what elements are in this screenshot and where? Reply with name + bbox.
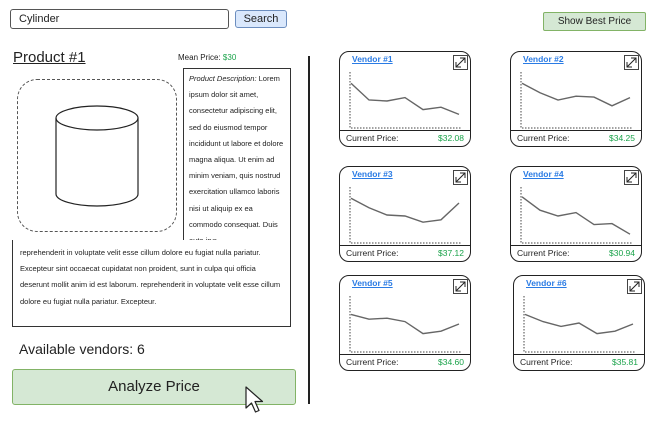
price-trend-line: [350, 197, 460, 223]
available-vendors: Available vendors: 6: [19, 341, 145, 357]
product-title[interactable]: Product #1: [13, 49, 86, 66]
vendor-card[interactable]: Vendor #5 Current Price: $34.60: [339, 275, 471, 371]
price-trend-chart: [349, 187, 462, 244]
price-trend-chart: [349, 72, 462, 129]
vendor-card[interactable]: Vendor #6 Current Price: $35.81: [513, 275, 645, 371]
chart-axes: [349, 296, 462, 353]
current-price: Current Price: $34.25: [511, 130, 641, 146]
price-trend-line: [524, 313, 634, 335]
cursor-icon: [245, 386, 264, 413]
current-price-label: Current Price:: [346, 133, 399, 143]
vendor-card[interactable]: Vendor #3 Current Price: $37.12: [339, 166, 471, 262]
current-price: Current Price: $35.81: [514, 354, 644, 370]
chart-axes: [349, 72, 462, 129]
price-trend-line: [521, 196, 631, 235]
current-price: Current Price: $34.60: [340, 354, 470, 370]
vertical-divider: [308, 56, 310, 404]
price-trend-line: [350, 313, 460, 335]
current-price: Current Price: $30.94: [511, 245, 641, 261]
price-trend-line: [521, 82, 631, 107]
search-input[interactable]: [10, 9, 229, 29]
chart-axes: [520, 72, 633, 129]
product-description: Product Description: Lorem ipsum dolor s…: [183, 68, 291, 245]
description-text: Lorem ipsum dolor sit amet, consectetur …: [189, 74, 284, 245]
current-price-label: Current Price:: [517, 133, 570, 143]
cylinder-icon: [55, 105, 139, 207]
current-price-value: $37.12: [438, 248, 464, 258]
current-price-value: $32.08: [438, 133, 464, 143]
vendor-card[interactable]: Vendor #2 Current Price: $34.25: [510, 51, 642, 147]
mean-price: Mean Price: $30: [178, 53, 236, 62]
show-best-price-button[interactable]: Show Best Price: [543, 12, 646, 31]
current-price: Current Price: $32.08: [340, 130, 470, 146]
current-price-label: Current Price:: [517, 248, 570, 258]
vendor-card[interactable]: Vendor #4 Current Price: $30.94: [510, 166, 642, 262]
product-description-continued: reprehenderit in voluptate velit esse ci…: [12, 240, 291, 327]
current-price: Current Price: $37.12: [340, 245, 470, 261]
current-price-label: Current Price:: [520, 357, 573, 367]
price-trend-chart: [520, 187, 633, 244]
current-price-value: $34.25: [609, 133, 635, 143]
mean-price-label: Mean Price:: [178, 53, 221, 62]
current-price-label: Current Price:: [346, 357, 399, 367]
search-button[interactable]: Search: [235, 10, 287, 28]
vendor-card[interactable]: Vendor #1 Current Price: $32.08: [339, 51, 471, 147]
current-price-value: $34.60: [438, 357, 464, 367]
mean-price-value: $30: [222, 53, 237, 62]
price-trend-chart: [520, 72, 633, 129]
current-price-label: Current Price:: [346, 248, 399, 258]
price-trend-chart: [349, 296, 462, 353]
price-trend-chart: [523, 296, 636, 353]
chart-axes: [520, 187, 633, 244]
description-label: Product Description:: [189, 74, 257, 83]
current-price-value: $30.94: [609, 248, 635, 258]
price-trend-line: [350, 82, 460, 116]
product-image: [17, 79, 177, 232]
current-price-value: $35.81: [612, 357, 638, 367]
